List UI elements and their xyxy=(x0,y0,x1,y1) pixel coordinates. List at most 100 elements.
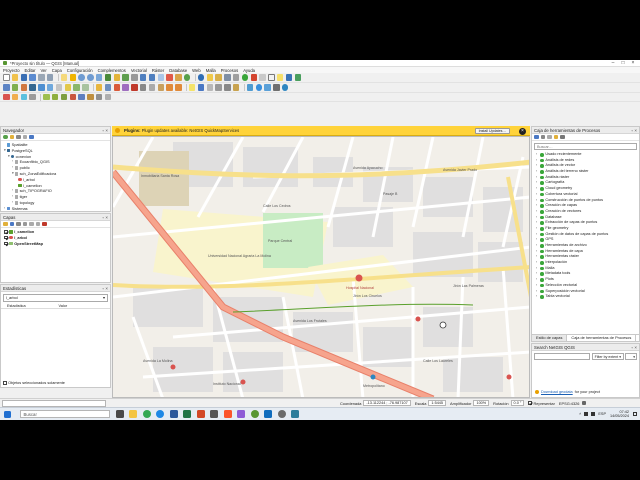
pan-icon[interactable] xyxy=(60,74,68,81)
results-icon[interactable] xyxy=(547,134,552,140)
processing-search-input[interactable]: Buscar… xyxy=(534,143,637,150)
photos-icon[interactable] xyxy=(237,410,245,418)
panel-close-icon[interactable]: ▫ × xyxy=(103,214,108,221)
options-icon[interactable] xyxy=(560,134,565,140)
tree-point-icon[interactable] xyxy=(170,364,176,370)
edit-features-icon[interactable] xyxy=(553,134,558,140)
delete-selected-icon[interactable] xyxy=(131,84,138,91)
locator-search-input[interactable] xyxy=(2,399,106,407)
remove-layer-icon[interactable] xyxy=(42,221,47,227)
selected-only-checkbox[interactable] xyxy=(3,381,7,385)
crs-button[interactable]: EPSG:4326 xyxy=(559,401,580,406)
menu-raster[interactable]: Ráster xyxy=(152,68,164,73)
edge-icon[interactable] xyxy=(156,410,164,418)
quickmapservices-icon[interactable] xyxy=(255,84,263,91)
search-plugin-input[interactable] xyxy=(534,353,590,360)
menu-web[interactable]: Web xyxy=(192,68,201,73)
zoom-full-icon[interactable] xyxy=(104,74,112,81)
change-label-icon[interactable] xyxy=(232,84,240,91)
georeferencer-icon[interactable] xyxy=(246,84,254,91)
filter-icon[interactable] xyxy=(16,134,21,140)
copy-icon[interactable] xyxy=(148,84,156,91)
chrome-icon[interactable] xyxy=(142,410,151,418)
avoid-overlap-icon[interactable] xyxy=(29,93,36,101)
task-view-icon[interactable] xyxy=(115,410,124,418)
panel-close-icon[interactable]: ▫ × xyxy=(103,285,108,292)
volume-icon[interactable] xyxy=(591,412,596,416)
tracing-icon[interactable] xyxy=(11,93,19,101)
layer-visibility-checkbox[interactable] xyxy=(4,235,8,240)
select-features-icon[interactable] xyxy=(206,74,214,81)
processing-group[interactable]: › Tabla vectorial xyxy=(532,294,639,300)
show-labels-icon[interactable] xyxy=(206,84,214,91)
show-bookmarks-icon[interactable] xyxy=(175,74,182,81)
scale-field[interactable]: 1:5445 xyxy=(428,400,447,406)
menu-vectorial[interactable]: Vectorial xyxy=(131,68,147,73)
brave-icon[interactable] xyxy=(223,410,232,418)
tree-point-icon[interactable] xyxy=(506,374,512,380)
tab-layer-styling[interactable]: Estilo de capas xyxy=(532,335,568,341)
menu-proyecto[interactable]: Proyecto xyxy=(3,68,20,73)
minimize-button[interactable]: – xyxy=(608,60,618,67)
layer-visibility-checkbox[interactable] xyxy=(4,230,8,234)
media-player-icon[interactable] xyxy=(291,410,299,418)
tab-processing-toolbox[interactable]: Caja de herramientas de Procesos xyxy=(567,335,637,341)
selected-only-option[interactable]: Objetos seleccionados solamente xyxy=(3,381,65,385)
taskbar-search-input[interactable]: Buscar xyxy=(19,410,110,418)
refresh-icon[interactable] xyxy=(183,74,191,81)
topological-editing-icon[interactable] xyxy=(20,93,28,101)
history-icon[interactable] xyxy=(540,134,545,140)
statistics-icon[interactable] xyxy=(250,74,258,81)
menu-editar[interactable]: Editar xyxy=(25,68,36,73)
properties-icon[interactable] xyxy=(29,134,34,140)
split-features-icon[interactable] xyxy=(69,93,77,101)
hospital-icon[interactable] xyxy=(355,274,363,282)
word-icon[interactable] xyxy=(169,410,178,418)
add-raster-layer-icon[interactable] xyxy=(20,84,28,91)
new-map-view-icon[interactable] xyxy=(157,74,165,81)
zoom-last-icon[interactable] xyxy=(139,74,147,81)
reshape-icon[interactable] xyxy=(87,93,94,101)
add-postgis-layer-icon[interactable] xyxy=(29,84,36,91)
panel-close-icon[interactable]: ▫ × xyxy=(632,127,637,134)
filter-extent-select[interactable]: Filter by extent ▾ xyxy=(591,353,624,360)
zoom-to-selection-icon[interactable] xyxy=(113,74,121,81)
style-icon[interactable] xyxy=(3,221,8,227)
zoom-in-icon[interactable] xyxy=(78,74,85,81)
download-geodata-link[interactable]: Download geodata xyxy=(541,390,573,394)
map-canvas[interactable]: Inmobiliaria Santa Rosa Universidad Naci… xyxy=(112,136,530,398)
paste-icon[interactable] xyxy=(157,84,165,91)
tree-point-icon[interactable] xyxy=(415,316,421,322)
file-explorer-icon[interactable] xyxy=(129,410,137,418)
notification-icon[interactable] xyxy=(633,412,637,416)
redo-icon[interactable] xyxy=(175,84,182,91)
deselect-icon[interactable] xyxy=(215,74,222,81)
offset-curve-icon[interactable] xyxy=(95,93,103,101)
close-window-button[interactable]: × xyxy=(628,60,638,67)
merge-features-icon[interactable] xyxy=(78,93,85,101)
rotate-label-icon[interactable] xyxy=(224,84,231,91)
vertex-tool-icon[interactable] xyxy=(122,84,129,91)
expand-all-icon[interactable] xyxy=(29,221,34,227)
excel-icon[interactable] xyxy=(183,410,191,418)
identify-icon[interactable] xyxy=(197,74,205,81)
new-project-icon[interactable] xyxy=(3,74,10,81)
cut-icon[interactable] xyxy=(139,84,147,91)
visibility-icon[interactable] xyxy=(16,221,21,227)
maximize-button[interactable]: □ xyxy=(618,60,628,67)
field-calculator-icon[interactable] xyxy=(232,74,240,81)
rotation-field[interactable]: 0.0 ° xyxy=(510,400,525,406)
menu-configuracion[interactable]: Configuración xyxy=(67,68,93,73)
layout-manager-icon[interactable] xyxy=(46,74,54,81)
collapse-all-icon[interactable] xyxy=(22,134,27,140)
undo-icon[interactable] xyxy=(166,84,173,91)
zoom-rubberband-icon[interactable] xyxy=(95,74,103,81)
menu-complementos[interactable]: Complementos xyxy=(98,68,126,73)
models-icon[interactable] xyxy=(534,134,539,140)
save-project-icon[interactable] xyxy=(20,74,28,81)
menu-procesos[interactable]: Procesos xyxy=(221,68,238,73)
new-temp-layer-icon[interactable] xyxy=(82,84,89,91)
measure-icon[interactable] xyxy=(259,74,266,81)
osm-map[interactable]: Inmobiliaria Santa Rosa Universidad Naci… xyxy=(113,137,530,398)
render-checkbox[interactable] xyxy=(528,401,532,405)
